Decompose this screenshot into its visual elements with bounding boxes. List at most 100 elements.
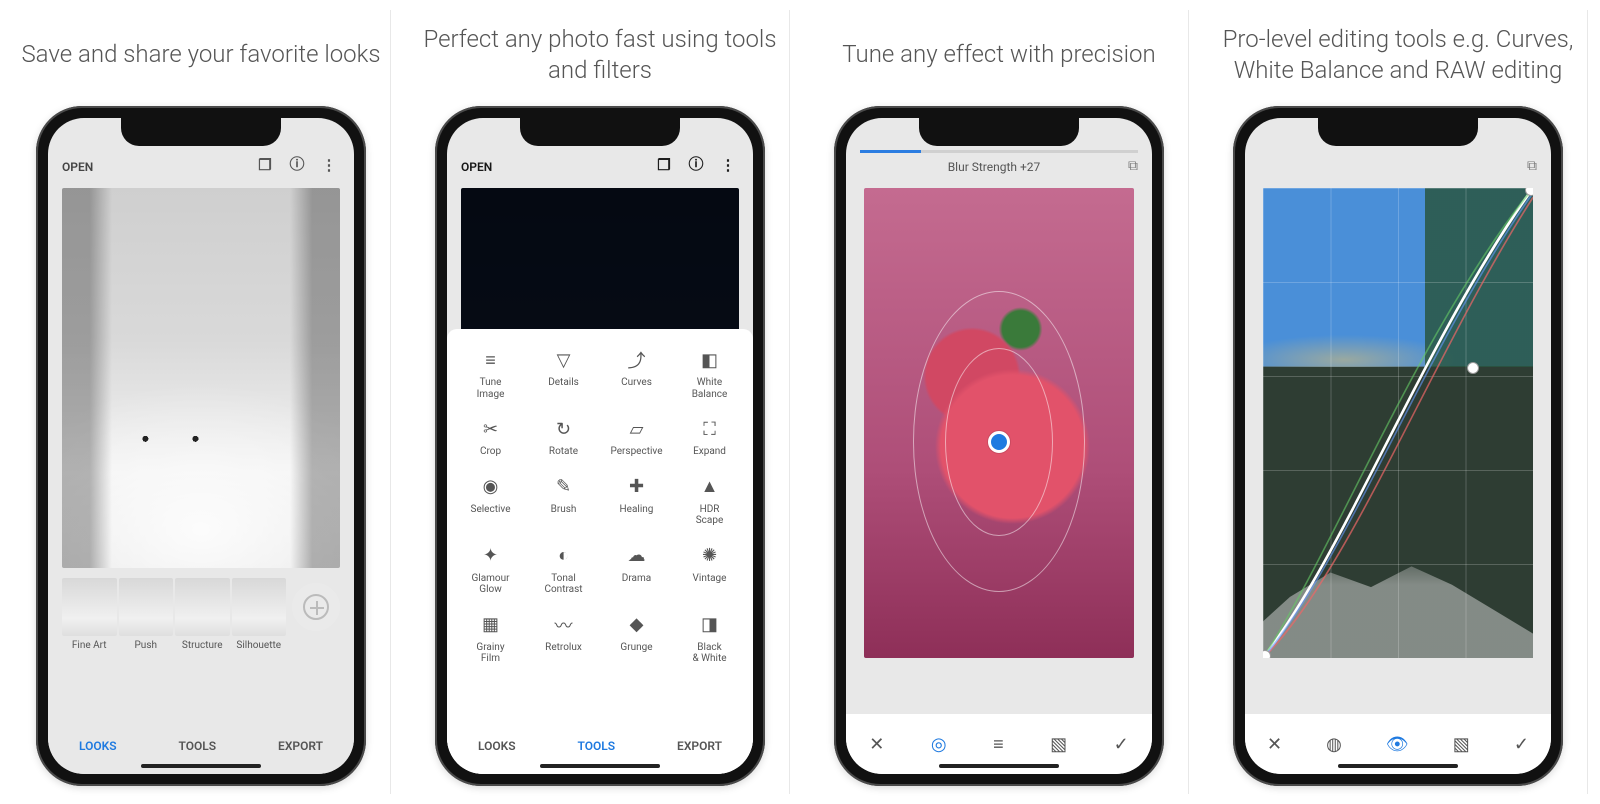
tool-tonal-contrast[interactable]: ◐ TonalContrast: [528, 539, 599, 602]
luminance-icon[interactable]: ◍: [1326, 734, 1342, 755]
caption: Save and share your favorite looks: [21, 10, 380, 106]
tool-details[interactable]: ▽Details: [528, 343, 599, 406]
tool-grunge[interactable]: ◆Grunge: [601, 608, 672, 671]
tab-tools[interactable]: TOOLS: [578, 739, 616, 753]
check-icon[interactable]: ✓: [1114, 734, 1129, 755]
caption: Pro-level editing tools e.g. Curves, Whi…: [1215, 10, 1581, 106]
tool-drama[interactable]: ☁Drama: [601, 539, 672, 602]
layers-icon[interactable]: ❒: [653, 156, 675, 174]
panel-looks: Save and share your favorite looks OPEN …: [12, 10, 391, 794]
black-white-icon: ◨: [701, 614, 718, 636]
panel-tune: Tune any effect with precision Blur Stre…: [810, 10, 1189, 794]
healing-icon: ✚: [629, 476, 644, 498]
more-icon[interactable]: ⋮: [318, 156, 340, 174]
tool-grainy-film[interactable]: ▦GrainyFilm: [455, 608, 526, 671]
look-item[interactable]: Push: [119, 578, 174, 651]
sliders-icon[interactable]: ≡: [993, 734, 1004, 755]
hdr-scape-icon: ▲: [701, 476, 719, 498]
phone-mock: Blur Strength +27 ⧉ ✕◎≡▧✓: [834, 106, 1164, 786]
edited-photo[interactable]: [62, 188, 340, 568]
look-label: Fine Art: [62, 640, 117, 651]
panel-curves: Pro-level editing tools e.g. Curves, Whi…: [1209, 10, 1588, 794]
tool-label: Expand: [693, 446, 726, 458]
tonal-contrast-icon: ◐: [558, 545, 569, 567]
details-icon: ▽: [557, 349, 571, 371]
tool-grid: ≡TuneImage▽Details⤴Curves ◧ WhiteBalance ✂C…: [455, 343, 745, 671]
tool-label: TonalContrast: [544, 573, 582, 596]
tool-label: Retrolux: [545, 642, 582, 654]
close-icon[interactable]: ✕: [1267, 734, 1282, 755]
tool-retrolux[interactable]: 〰Retrolux: [528, 608, 599, 671]
curve-point[interactable]: [1467, 362, 1479, 374]
tab-looks[interactable]: LOOKS: [478, 739, 516, 753]
close-icon[interactable]: ✕: [869, 734, 884, 755]
add-look-button[interactable]: [292, 583, 340, 631]
tool-selective[interactable]: ◉Selective: [455, 470, 526, 533]
notch: [520, 118, 680, 146]
compare-icon[interactable]: ⧉: [1128, 158, 1138, 174]
edited-photo[interactable]: [864, 188, 1134, 658]
notch: [919, 118, 1079, 146]
check-icon[interactable]: ✓: [1514, 734, 1529, 755]
phone-mock: ⧉ ✕ ◍ 👁 ▧ ✓: [1233, 106, 1563, 786]
tab-export[interactable]: EXPORT: [278, 739, 323, 753]
layers-icon[interactable]: ❒: [254, 156, 276, 174]
styles-icon[interactable]: ▧: [1453, 734, 1470, 755]
more-icon[interactable]: ⋮: [717, 156, 739, 174]
tab-looks[interactable]: LOOKS: [79, 739, 117, 753]
tool-crop[interactable]: ✂Crop: [455, 412, 526, 464]
home-indicator: [141, 764, 261, 768]
tool-tune-image[interactable]: ≡TuneImage: [455, 343, 526, 406]
tab-export[interactable]: EXPORT: [677, 739, 722, 753]
curves-overlay[interactable]: [1263, 188, 1533, 658]
tab-tools[interactable]: TOOLS: [179, 739, 217, 753]
grunge-icon: ◆: [630, 614, 644, 636]
open-button[interactable]: OPEN: [461, 160, 492, 174]
white-balance-icon: ◧: [701, 349, 718, 371]
tool-black-white[interactable]: ◨Black& White: [674, 608, 745, 671]
look-thumb: [62, 578, 117, 636]
crop-icon: ✂: [483, 418, 498, 440]
look-item[interactable]: Fine Art: [62, 578, 117, 651]
tool-perspective[interactable]: ▱Perspective: [601, 412, 672, 464]
tune-image-icon: ≡: [485, 349, 496, 371]
tool-label: HDRScape: [696, 504, 724, 527]
look-thumb: [119, 578, 174, 636]
edited-photo[interactable]: [1263, 188, 1533, 658]
grainy-film-icon: ▦: [482, 614, 499, 636]
look-thumb: [232, 578, 287, 636]
vintage-icon: ✺: [702, 545, 717, 567]
tool-label: Healing: [620, 504, 654, 516]
control-point[interactable]: [988, 431, 1010, 453]
tool-white-balance[interactable]: ◧ WhiteBalance: [674, 343, 745, 406]
panel-tools: Perfect any photo fast using tools and f…: [411, 10, 790, 794]
tool-expand[interactable]: ⛶Expand: [674, 412, 745, 464]
tool-hdr-scape[interactable]: ▲ HDRScape: [674, 470, 745, 533]
tool-glamour-glow[interactable]: ✦GlamourGlow: [455, 539, 526, 602]
tool-label: Rotate: [549, 446, 578, 458]
info-icon[interactable]: ⓘ: [286, 153, 308, 174]
tools-sheet: ≡TuneImage▽Details⤴Curves ◧ WhiteBalance ✂C…: [447, 329, 753, 774]
tool-rotate[interactable]: ↻Rotate: [528, 412, 599, 464]
eye-icon[interactable]: 👁: [1386, 734, 1409, 755]
tool-curves[interactable]: ⤴Curves: [601, 343, 672, 406]
tool-brush[interactable]: ✎Brush: [528, 470, 599, 533]
look-item[interactable]: Structure: [175, 578, 230, 651]
look-item[interactable]: Silhouette: [232, 578, 287, 651]
info-icon[interactable]: ⓘ: [685, 153, 707, 174]
looks-strip: Fine Art Push Structure Silhouette: [48, 574, 354, 653]
open-button[interactable]: OPEN: [62, 160, 93, 174]
drama-icon: ☁: [628, 545, 646, 567]
compare-icon[interactable]: ⧉: [1527, 158, 1537, 174]
target-icon[interactable]: ◎: [931, 734, 947, 755]
glamour-glow-icon: ✦: [483, 545, 498, 567]
plus-icon: [303, 594, 329, 620]
tool-vintage[interactable]: ✺Vintage: [674, 539, 745, 602]
tool-label: WhiteBalance: [692, 377, 728, 400]
slider-track[interactable]: [860, 150, 1138, 153]
styles-icon[interactable]: ▧: [1050, 734, 1067, 755]
curves-icon: ⤴: [628, 349, 646, 371]
selective-icon: ◉: [483, 476, 499, 498]
tool-healing[interactable]: ✚ Healing: [601, 470, 672, 533]
slider-fill: [860, 150, 921, 153]
